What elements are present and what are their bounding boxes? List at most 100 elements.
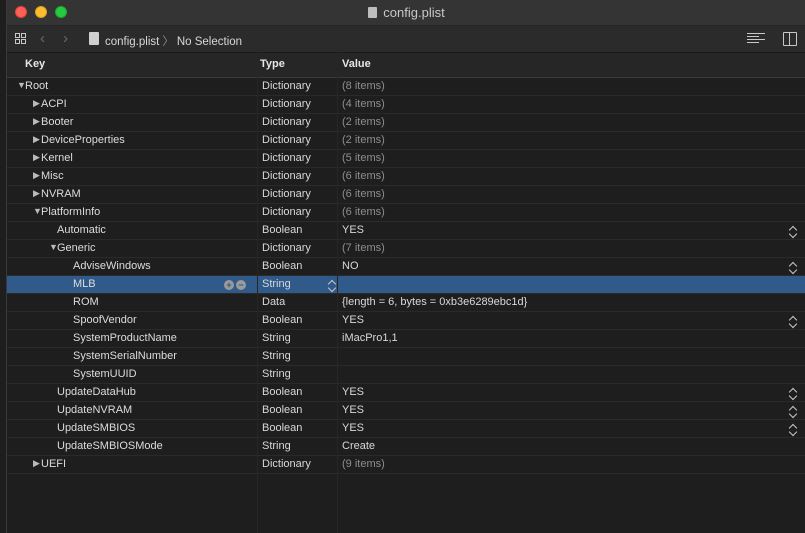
table-row[interactable]: ▼ Root Dictionary (8 items) <box>7 78 805 96</box>
table-row[interactable]: ▶ NVRAM Dictionary (6 items) <box>7 186 805 204</box>
row-value[interactable]: (9 items) <box>342 458 385 470</box>
table-row[interactable]: SpoofVendor Boolean YES <box>7 312 805 330</box>
row-type[interactable]: Dictionary <box>262 98 311 110</box>
value-popup-stepper-icon[interactable] <box>789 260 797 274</box>
row-value[interactable]: YES <box>342 422 364 434</box>
table-row[interactable]: UpdateNVRAM Boolean YES <box>7 402 805 420</box>
table-row[interactable]: ROM Data {length = 6, bytes = 0xb3e6289ebc… <box>7 294 805 312</box>
row-value[interactable]: (2 items) <box>342 116 385 128</box>
table-row[interactable]: AdviseWindows Boolean NO <box>7 258 805 276</box>
table-row[interactable]: ▼ Generic Dictionary (7 items) <box>7 240 805 258</box>
table-row[interactable]: ▶ DeviceProperties Dictionary (2 items) <box>7 132 805 150</box>
related-items-grid-icon[interactable] <box>15 33 27 45</box>
table-row[interactable]: ▶ ACPI Dictionary (4 items) <box>7 96 805 114</box>
add-item-icon[interactable]: + <box>224 280 234 290</box>
row-key[interactable]: Kernel <box>41 152 73 164</box>
table-row[interactable]: SystemSerialNumber String <box>7 348 805 366</box>
row-key[interactable]: Misc <box>41 170 64 182</box>
breadcrumb[interactable]: config.plist 〉 No Selection <box>105 33 242 49</box>
row-value[interactable]: YES <box>342 404 364 416</box>
row-key[interactable]: UpdateSMBIOS <box>57 422 135 434</box>
row-key[interactable]: ACPI <box>41 98 67 110</box>
row-type[interactable]: Boolean <box>262 224 302 236</box>
row-value[interactable]: NO <box>342 260 359 272</box>
row-key[interactable]: UEFI <box>41 458 66 470</box>
value-popup-stepper-icon[interactable] <box>789 224 797 238</box>
table-row[interactable]: ▼ PlatformInfo Dictionary (6 items) <box>7 204 805 222</box>
row-key[interactable]: AdviseWindows <box>73 260 151 272</box>
table-row[interactable]: ▶ Misc Dictionary (6 items) <box>7 168 805 186</box>
table-row[interactable]: Automatic Boolean YES <box>7 222 805 240</box>
row-type[interactable]: Dictionary <box>262 80 311 92</box>
row-value[interactable]: YES <box>342 386 364 398</box>
value-popup-stepper-icon[interactable] <box>789 422 797 436</box>
row-value[interactable]: (8 items) <box>342 80 385 92</box>
row-type[interactable]: String <box>262 440 291 452</box>
row-value[interactable]: YES <box>342 224 364 236</box>
row-type[interactable]: Data <box>262 296 285 308</box>
row-key[interactable]: Root <box>25 80 48 92</box>
row-value[interactable]: (2 items) <box>342 134 385 146</box>
row-type[interactable]: String <box>262 368 291 380</box>
row-type[interactable]: Boolean <box>262 260 302 272</box>
row-key[interactable]: Booter <box>41 116 73 128</box>
breadcrumb-file[interactable]: config.plist <box>105 36 159 48</box>
row-value[interactable]: (7 items) <box>342 242 385 254</box>
row-type[interactable]: Dictionary <box>262 134 311 146</box>
table-row[interactable]: UpdateDataHub Boolean YES <box>7 384 805 402</box>
row-type[interactable]: Boolean <box>262 404 302 416</box>
key-column-header[interactable]: Key <box>25 58 45 70</box>
row-key[interactable]: UpdateSMBIOSMode <box>57 440 163 452</box>
table-row[interactable]: MLB + − String <box>7 276 805 294</box>
breadcrumb-selection[interactable]: No Selection <box>177 36 242 48</box>
row-type[interactable]: String <box>262 350 291 362</box>
row-type[interactable]: String <box>262 332 291 344</box>
row-key[interactable]: MLB <box>73 278 96 290</box>
value-popup-stepper-icon[interactable] <box>789 404 797 418</box>
row-value[interactable]: (5 items) <box>342 152 385 164</box>
row-key[interactable]: SystemSerialNumber <box>73 350 177 362</box>
value-popup-stepper-icon[interactable] <box>789 314 797 328</box>
type-column-header[interactable]: Type <box>260 58 285 70</box>
value-popup-stepper-icon[interactable] <box>789 386 797 400</box>
row-key[interactable]: Generic <box>57 242 96 254</box>
row-key[interactable]: NVRAM <box>41 188 81 200</box>
row-type[interactable]: Boolean <box>262 422 302 434</box>
row-type[interactable]: Dictionary <box>262 152 311 164</box>
inspector-toggle-icon[interactable] <box>783 32 797 46</box>
row-key[interactable]: SystemProductName <box>73 332 177 344</box>
row-type[interactable]: String <box>262 278 291 290</box>
row-type[interactable]: Boolean <box>262 314 302 326</box>
table-row[interactable]: SystemUUID String <box>7 366 805 384</box>
row-value[interactable]: (6 items) <box>342 170 385 182</box>
row-key[interactable]: UpdateNVRAM <box>57 404 132 416</box>
remove-item-icon[interactable]: − <box>236 280 246 290</box>
type-popup-stepper-icon[interactable] <box>328 278 336 292</box>
row-value[interactable]: (6 items) <box>342 188 385 200</box>
title-bar[interactable]: config.plist <box>7 0 805 26</box>
row-value[interactable]: YES <box>342 314 364 326</box>
table-row[interactable]: UpdateSMBIOS Boolean YES <box>7 420 805 438</box>
row-type[interactable]: Dictionary <box>262 242 311 254</box>
row-key[interactable]: ROM <box>73 296 99 308</box>
row-key[interactable]: DeviceProperties <box>41 134 125 146</box>
back-chevron-icon[interactable]: ‹ <box>40 30 45 47</box>
table-row[interactable]: UpdateSMBIOSMode String Create <box>7 438 805 456</box>
editor-options-icon[interactable] <box>747 33 765 45</box>
table-row[interactable]: ▶ Booter Dictionary (2 items) <box>7 114 805 132</box>
row-value[interactable]: Create <box>342 440 375 452</box>
row-value[interactable]: (4 items) <box>342 98 385 110</box>
row-key[interactable]: PlatformInfo <box>41 206 100 218</box>
row-key[interactable]: UpdateDataHub <box>57 386 136 398</box>
row-key[interactable]: SpoofVendor <box>73 314 137 326</box>
row-value[interactable]: (6 items) <box>342 206 385 218</box>
table-row[interactable]: SystemProductName String iMacPro1,1 <box>7 330 805 348</box>
row-type[interactable]: Dictionary <box>262 116 311 128</box>
row-type[interactable]: Dictionary <box>262 188 311 200</box>
row-value[interactable]: iMacPro1,1 <box>342 332 398 344</box>
row-key[interactable]: Automatic <box>57 224 106 236</box>
row-type[interactable]: Dictionary <box>262 170 311 182</box>
row-type[interactable]: Boolean <box>262 386 302 398</box>
table-row[interactable]: ▶ UEFI Dictionary (9 items) <box>7 456 805 474</box>
row-type[interactable]: Dictionary <box>262 206 311 218</box>
